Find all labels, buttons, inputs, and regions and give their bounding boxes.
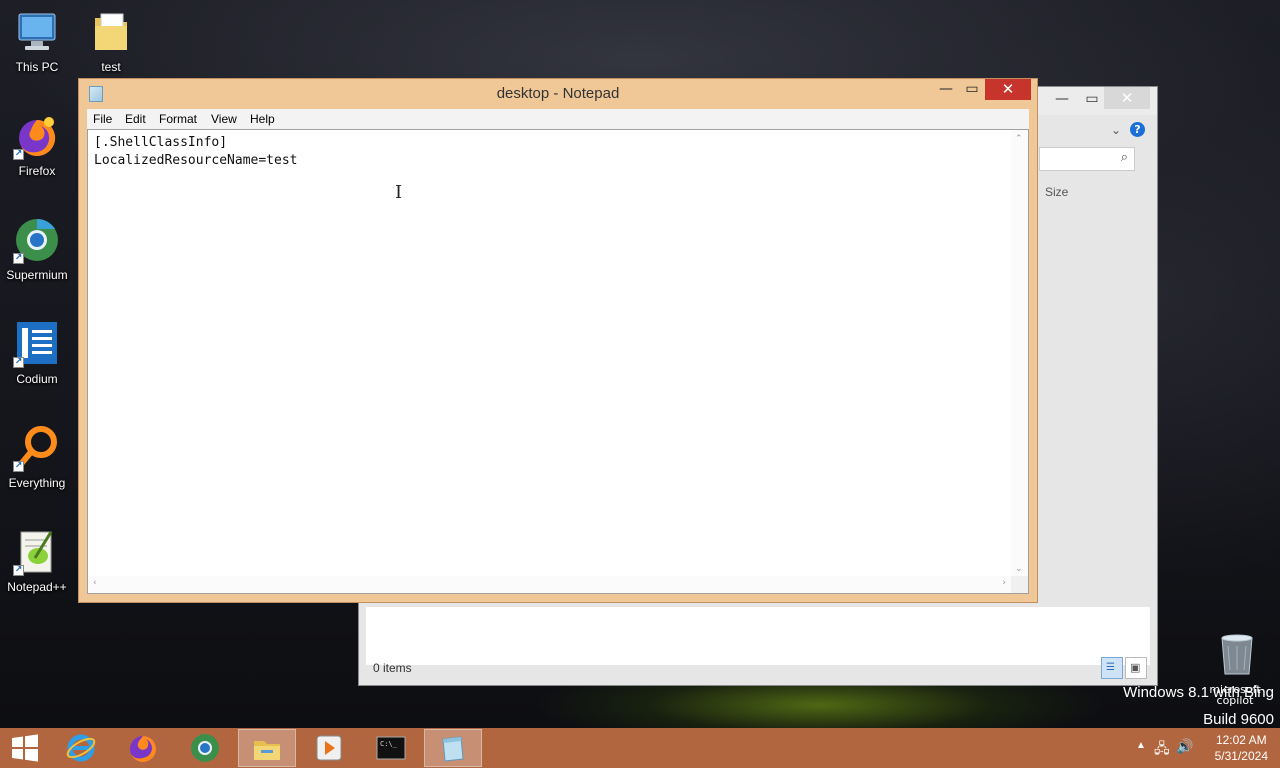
explorer-maximize-button[interactable]: ▭ bbox=[1077, 89, 1107, 111]
desktop-icon-label: Notepad++ bbox=[7, 580, 67, 594]
explorer-minimize-button[interactable]: — bbox=[1047, 89, 1077, 111]
system-tray: ▲ 🖧 🔊 12:02 AM 5/31/2024 bbox=[1120, 728, 1280, 768]
desktop-icon-notepad-plus-plus[interactable]: ↗ Notepad++ bbox=[0, 528, 74, 594]
recycle-bin-icon[interactable] bbox=[1216, 630, 1258, 678]
explorer-status-text: 0 items bbox=[373, 661, 412, 675]
large-icons-view-icon: ▣ bbox=[1130, 661, 1141, 674]
scroll-right-arrow-icon[interactable]: › bbox=[1002, 578, 1006, 588]
shortcut-arrow-icon: ↗ bbox=[13, 149, 24, 160]
windows-logo-icon bbox=[12, 734, 38, 762]
supermium-icon bbox=[191, 734, 219, 762]
taskbar-file-explorer[interactable] bbox=[238, 729, 296, 767]
desktop-icon-firefox[interactable]: ↗ Firefox bbox=[0, 112, 74, 178]
details-view-icon: ☰ bbox=[1106, 662, 1115, 673]
folder-icon bbox=[87, 8, 135, 56]
internet-explorer-icon bbox=[66, 734, 96, 762]
network-icon[interactable]: 🖧 bbox=[1154, 738, 1170, 762]
horizontal-scrollbar[interactable]: ‹ › bbox=[88, 576, 1011, 593]
search-icon: ⌕ bbox=[1120, 150, 1128, 165]
notepad-icon bbox=[442, 736, 464, 762]
explorer-content-area[interactable] bbox=[366, 607, 1150, 665]
chevron-down-icon[interactable]: ⌄ bbox=[1111, 123, 1121, 137]
everything-search-icon: ↗ bbox=[13, 424, 61, 472]
menu-view[interactable]: View bbox=[211, 112, 237, 126]
firefox-icon: ↗ bbox=[13, 112, 61, 160]
desktop-icon-label: Supermium bbox=[6, 268, 68, 282]
notepad-window[interactable]: desktop - Notepad — ▭ ✕ File Edit Format… bbox=[78, 78, 1038, 603]
help-icon[interactable]: ? bbox=[1130, 122, 1145, 137]
taskbar-clock[interactable]: 12:02 AM 5/31/2024 bbox=[1215, 732, 1268, 764]
desktop-icon-supermium[interactable]: ↗ Supermium bbox=[0, 216, 74, 282]
menu-help[interactable]: Help bbox=[250, 112, 275, 126]
shortcut-arrow-icon: ↗ bbox=[13, 253, 24, 264]
notepad-text-area[interactable]: [.ShellClassInfo] LocalizedResourceName=… bbox=[87, 129, 1029, 594]
shortcut-arrow-icon: ↗ bbox=[13, 357, 24, 368]
notepad-maximize-button[interactable]: ▭ bbox=[959, 79, 985, 99]
desktop-icon-codium[interactable]: ↗ Codium bbox=[0, 320, 74, 386]
clock-date: 5/31/2024 bbox=[1214, 749, 1268, 763]
explorer-search-input[interactable]: ⌕ bbox=[1039, 147, 1135, 171]
taskbar-command-prompt[interactable]: C:\_ bbox=[362, 729, 420, 767]
desktop-icon-test-folder[interactable]: test bbox=[74, 8, 148, 74]
watermark-build: Build 9600 bbox=[1203, 711, 1274, 728]
taskbar: C:\_ ▲ 🖧 🔊 12:02 AM 5/31/2024 bbox=[0, 728, 1280, 768]
column-header-size[interactable]: Size bbox=[1045, 185, 1068, 199]
file-explorer-icon bbox=[254, 741, 280, 760]
vertical-scrollbar[interactable]: ⌃ ⌄ bbox=[1011, 130, 1028, 576]
desktop-icon-label: test bbox=[101, 60, 121, 74]
codium-icon: ↗ bbox=[13, 320, 61, 368]
large-icons-view-button[interactable]: ▣ bbox=[1125, 657, 1147, 679]
svg-text:C:\_: C:\_ bbox=[380, 740, 398, 748]
clock-time: 12:02 AM bbox=[1215, 733, 1267, 747]
taskbar-supermium[interactable] bbox=[176, 729, 234, 767]
this-pc-icon bbox=[13, 8, 61, 56]
taskbar-media-player[interactable] bbox=[300, 729, 358, 767]
desktop-icon-label: Firefox bbox=[18, 164, 56, 178]
notepad-title-bar[interactable]: desktop - Notepad bbox=[79, 79, 1037, 109]
notepad-text-content[interactable]: [.ShellClassInfo] LocalizedResourceName=… bbox=[94, 134, 298, 170]
scroll-left-arrow-icon[interactable]: ‹ bbox=[93, 578, 97, 588]
scroll-down-arrow-icon[interactable]: ⌄ bbox=[1015, 564, 1023, 574]
explorer-close-button[interactable]: ✕ bbox=[1104, 87, 1150, 109]
scroll-up-arrow-icon[interactable]: ⌃ bbox=[1015, 134, 1023, 144]
firefox-icon bbox=[130, 736, 156, 762]
menu-file[interactable]: File bbox=[93, 112, 112, 126]
taskbar-notepad[interactable] bbox=[424, 729, 482, 767]
notepad-menu-bar: File Edit Format View Help bbox=[87, 109, 1029, 129]
watermark-overlay-text: microsoft copilot bbox=[1209, 683, 1261, 707]
desktop-icon-label: This PC bbox=[15, 60, 59, 74]
notepad-minimize-button[interactable]: — bbox=[933, 79, 959, 99]
notepad-plus-plus-icon: ↗ bbox=[13, 528, 61, 576]
desktop-icon-label: Codium bbox=[16, 372, 58, 386]
taskbar-internet-explorer[interactable] bbox=[52, 729, 110, 767]
desktop-icon-everything[interactable]: ↗ Everything bbox=[0, 424, 74, 490]
resize-grip[interactable] bbox=[1011, 576, 1028, 593]
supermium-icon: ↗ bbox=[13, 216, 61, 264]
taskbar-firefox[interactable] bbox=[114, 729, 172, 767]
desktop-icon-label: Everything bbox=[8, 476, 66, 490]
shortcut-arrow-icon: ↗ bbox=[13, 565, 24, 576]
shortcut-arrow-icon: ↗ bbox=[13, 461, 24, 472]
notepad-close-button[interactable]: ✕ bbox=[985, 79, 1031, 100]
menu-edit[interactable]: Edit bbox=[125, 112, 146, 126]
menu-format[interactable]: Format bbox=[159, 112, 197, 126]
media-player-icon bbox=[316, 735, 342, 761]
command-prompt-icon: C:\_ bbox=[376, 736, 406, 760]
desktop-icon-this-pc[interactable]: This PC bbox=[0, 8, 74, 74]
text-cursor-icon: I bbox=[395, 182, 403, 203]
show-hidden-icons-icon[interactable]: ▲ bbox=[1136, 740, 1146, 751]
start-button[interactable] bbox=[0, 729, 50, 767]
details-view-button[interactable]: ☰ bbox=[1101, 657, 1123, 679]
volume-icon[interactable]: 🔊 bbox=[1176, 738, 1193, 755]
